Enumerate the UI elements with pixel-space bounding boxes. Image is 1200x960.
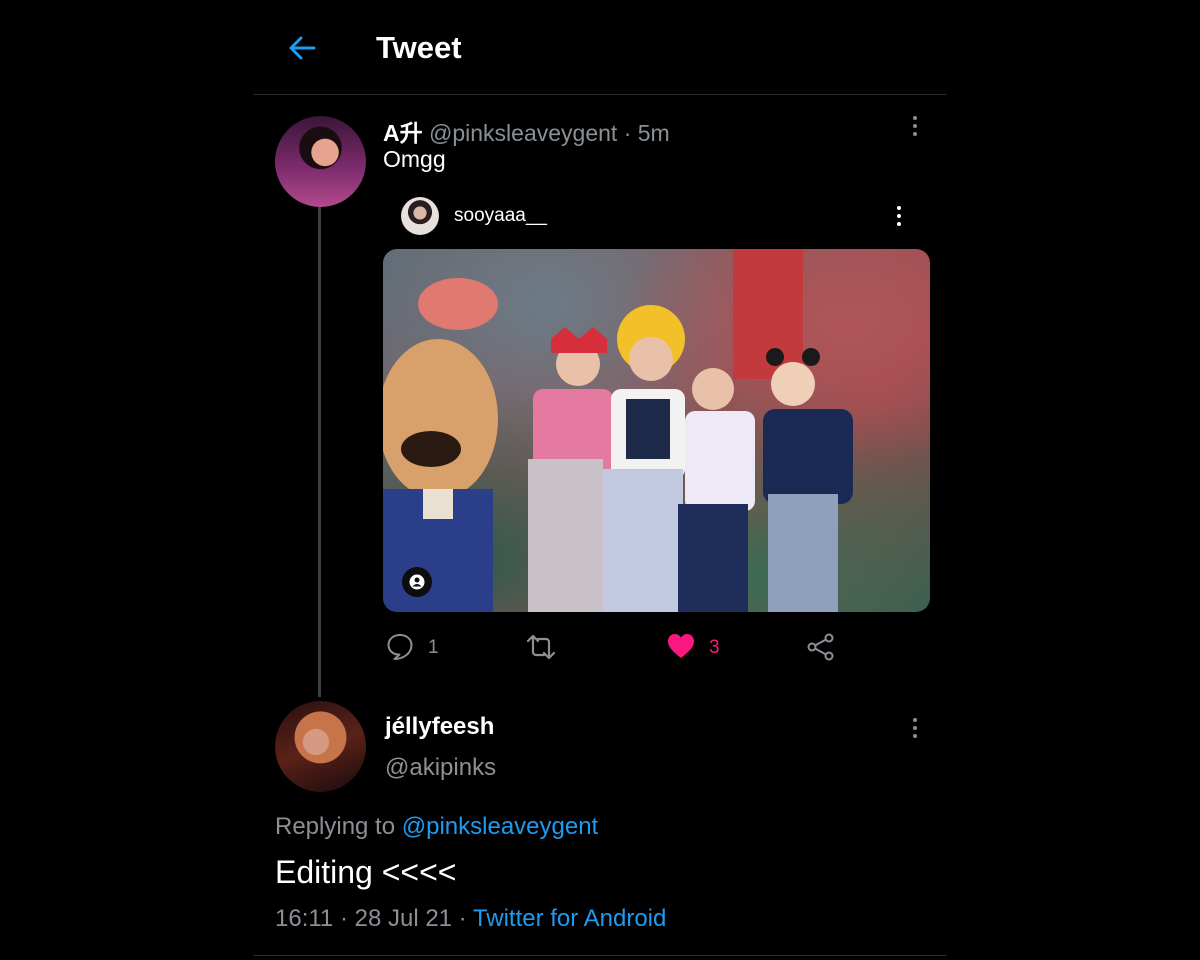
reply-source-link[interactable]: Twitter for Android (473, 905, 666, 932)
tweet-header: A升 @pinksleaveygent · 5m (383, 114, 670, 148)
tweet-text: Omgg (383, 146, 446, 172)
share-icon (807, 633, 834, 661)
reply-button[interactable]: 1 (386, 632, 446, 664)
embedded-more-icon[interactable] (888, 202, 910, 232)
reply-text: Editing <<<< (275, 854, 457, 890)
heart-icon (668, 634, 694, 658)
embedded-username[interactable]: sooyaaa__ (454, 205, 547, 227)
retweet-icon (526, 634, 556, 660)
arrow-left-icon (289, 36, 316, 60)
author-name[interactable]: A升 (383, 120, 423, 146)
embedded-avatar[interactable] (401, 197, 439, 235)
like-count: 3 (709, 637, 720, 658)
page-title: Tweet (376, 30, 462, 65)
reply-author-name[interactable]: jéllyfeesh (385, 713, 494, 741)
tweet-photo[interactable] (383, 249, 930, 612)
retweet-button[interactable] (525, 632, 559, 664)
replying-to-link[interactable]: @pinksleaveygent (402, 813, 598, 840)
user-icon (409, 574, 425, 590)
meta-separator: · (623, 120, 632, 146)
tweet-time[interactable]: 5m (638, 120, 670, 146)
account-badge[interactable] (402, 567, 432, 597)
header-divider (254, 94, 946, 95)
reply-icon (387, 634, 413, 660)
author-handle[interactable]: @pinksleaveygent (429, 120, 617, 146)
bottom-divider (254, 955, 946, 956)
share-button[interactable] (806, 632, 840, 664)
reply-count: 1 (428, 637, 439, 658)
reply-avatar[interactable] (275, 701, 366, 792)
thread-line (318, 207, 321, 697)
like-button[interactable]: 3 (666, 632, 726, 664)
replying-to: Replying to @pinksleaveygent (275, 813, 598, 841)
reply-more-icon[interactable] (904, 714, 926, 744)
reply-time: 16:11 (275, 905, 334, 932)
more-options-icon[interactable] (904, 112, 926, 142)
photo-illustration (383, 249, 853, 612)
replying-prefix: Replying to (275, 813, 396, 840)
reply-author-handle[interactable]: @akipinks (385, 754, 496, 782)
reply-meta: 16:11 · 28 Jul 21 · Twitter for Android (275, 905, 667, 932)
reply-date: 28 Jul 21 (354, 905, 453, 932)
avatar[interactable] (275, 116, 366, 207)
back-button[interactable] (284, 30, 320, 66)
